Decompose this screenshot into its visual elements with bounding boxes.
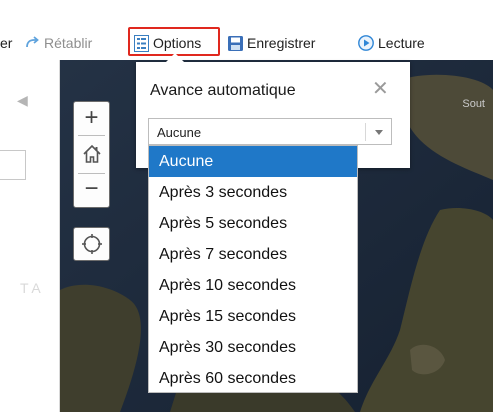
home-icon xyxy=(82,144,101,163)
home-button[interactable] xyxy=(74,140,109,170)
auto-advance-options: Aucune Après 3 secondes Après 5 secondes… xyxy=(148,145,358,393)
zoom-in-button[interactable]: + xyxy=(74,104,109,132)
toolbar: er Rétablir Options Enregistrer Lecture xyxy=(0,0,493,60)
options-label: Options xyxy=(153,35,202,51)
redo-button[interactable]: Rétablir xyxy=(24,32,92,54)
map-place-label: Sout xyxy=(462,98,485,110)
auto-advance-select[interactable]: Aucune xyxy=(148,118,392,145)
zoom-out-button[interactable]: − xyxy=(74,175,109,203)
zoom-separator xyxy=(78,173,105,174)
save-icon xyxy=(228,35,243,51)
options-button[interactable]: Options xyxy=(134,32,201,54)
toolbar-prev-fragment-label: er xyxy=(0,35,13,51)
option-item[interactable]: Après 7 secondes xyxy=(149,239,357,270)
options-icon xyxy=(134,34,149,52)
option-item[interactable]: Aucune xyxy=(149,146,357,177)
save-label: Enregistrer xyxy=(247,35,316,51)
popup-pointer xyxy=(166,53,184,62)
play-label: Lecture xyxy=(378,35,425,51)
option-item[interactable]: Après 3 secondes xyxy=(149,177,357,208)
toolbar-prev-fragment[interactable]: er xyxy=(0,32,12,54)
locate-button[interactable] xyxy=(73,227,110,261)
option-item[interactable]: Après 15 secondes xyxy=(149,301,357,332)
select-divider xyxy=(365,123,366,141)
select-value: Aucune xyxy=(157,125,202,140)
option-item[interactable]: Après 30 secondes xyxy=(149,332,357,363)
chevron-down-icon[interactable] xyxy=(375,130,383,135)
left-panel-faded-text: T A xyxy=(20,280,41,296)
popup-title: Avance automatique xyxy=(150,82,296,99)
left-panel xyxy=(0,60,60,412)
zoom-controls: + − xyxy=(73,101,110,208)
redo-icon xyxy=(26,36,39,48)
option-item[interactable]: Après 10 secondes xyxy=(149,270,357,301)
close-icon[interactable]: ✕ xyxy=(372,79,389,99)
zoom-separator xyxy=(78,135,105,136)
play-button[interactable]: Lecture xyxy=(358,32,425,54)
play-icon xyxy=(358,35,374,51)
collapse-left-icon[interactable]: ◀ xyxy=(17,92,28,109)
redo-label: Rétablir xyxy=(44,35,93,51)
locate-icon xyxy=(81,234,102,254)
left-panel-field[interactable] xyxy=(0,150,26,180)
save-button[interactable]: Enregistrer xyxy=(228,32,315,54)
option-item[interactable]: Après 5 secondes xyxy=(149,208,357,239)
option-item[interactable]: Après 60 secondes xyxy=(149,363,357,394)
